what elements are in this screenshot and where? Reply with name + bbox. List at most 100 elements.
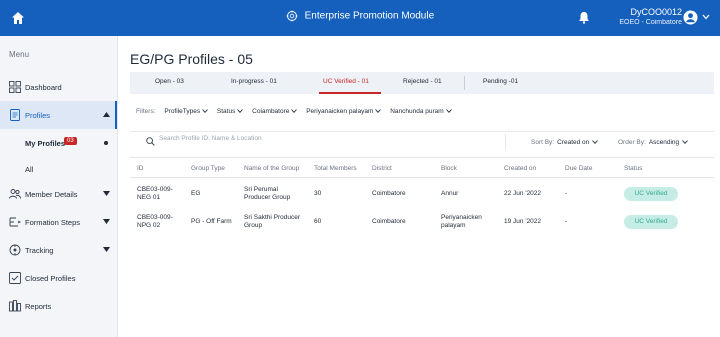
column-header-district: District [372, 165, 392, 172]
sidebar-item-my-profiles[interactable]: My Profiles 03 [0, 129, 117, 157]
chevron-down-icon [445, 109, 452, 114]
active-tab-indicator [319, 92, 381, 94]
tab-pending[interactable]: Pending -01 [483, 78, 518, 85]
cell-created-on: 19 Jun '2022 [504, 218, 542, 225]
filter-label: Coiambatore [252, 108, 290, 115]
sidebar-item-all[interactable]: All [0, 155, 117, 183]
caret-up-icon [103, 112, 110, 117]
filter-district[interactable]: Coiambatore [252, 108, 298, 115]
chevron-down-icon [291, 109, 298, 114]
user-avatar-icon[interactable] [683, 10, 698, 25]
chevron-down-icon [592, 140, 599, 145]
main-content: EG/PG Profiles - 05 Open - 03 In-progres… [118, 36, 720, 337]
column-header-id: ID [137, 165, 144, 172]
cell-text: NEG 01 [137, 194, 161, 201]
chevron-down-icon [237, 109, 244, 114]
cell-group-type: EG [191, 190, 201, 197]
sidebar-item-label: All [25, 165, 34, 174]
divider [130, 131, 714, 132]
order-by-label: Order By: [618, 139, 646, 146]
sort-by-value: Created on [557, 139, 590, 146]
cell-group-type: PG - Off Farm [191, 218, 232, 225]
order-by-dropdown[interactable]: Order By: Ascending [618, 139, 689, 146]
sidebar-item-member-details[interactable]: Member Details [0, 180, 117, 208]
user-info[interactable]: DyCOO0012 EOEO - Coimbatore [619, 7, 682, 28]
tab-rejected[interactable]: Rejected - 01 [403, 78, 442, 85]
sort-by-dropdown[interactable]: Sort By: Created on [531, 139, 599, 146]
cell-district: Coimbatore [372, 218, 406, 225]
formation-steps-icon [9, 217, 21, 227]
sidebar-item-label: Reports [25, 302, 52, 311]
sidebar-item-label: Closed Profiles [25, 274, 76, 283]
cell-text: palayam [441, 222, 466, 229]
filters-bar: Filters: ProfileTypes Status Coiambatore… [136, 108, 452, 120]
divider [130, 157, 714, 158]
profiles-icon [10, 109, 20, 121]
sidebar-item-profiles[interactable]: Profiles [0, 101, 117, 129]
user-role: EOEO - Coimbatore [619, 19, 682, 26]
filter-label: Nanchunda puram [390, 108, 444, 115]
cell-total-members: 30 [314, 190, 322, 197]
divider [505, 134, 506, 150]
cell-text: CBE03-009- [137, 186, 173, 193]
sidebar-item-label: Tracking [25, 246, 54, 255]
tab-uc-verified[interactable]: UC Verified - 01 [323, 78, 369, 85]
filter-label: ProfileTypes [164, 108, 201, 115]
app-logo-icon [286, 10, 298, 22]
search-input[interactable] [159, 135, 359, 142]
sidebar-item-label: Member Details [25, 190, 78, 199]
filter-block[interactable]: Periyanaicken palayam [306, 108, 382, 115]
user-id: DyCOO0012 [630, 7, 682, 17]
status-tabs: Open - 03 In-progress - 01 UC Verified -… [130, 72, 714, 94]
column-header-status: Status [624, 165, 643, 172]
page-title: EG/PG Profiles - 05 [130, 51, 253, 67]
filter-profile-types[interactable]: ProfileTypes [164, 108, 208, 115]
chevron-down-icon [375, 109, 382, 114]
cell-group-name: Sri Sakthi Producer Group [244, 214, 300, 230]
tab-divider [464, 76, 465, 90]
column-header-total-members: Total Members [314, 165, 357, 172]
cell-text: Group [244, 222, 263, 229]
app-title-text: Enterprise Promotion Module [304, 10, 435, 22]
sidebar-item-reports[interactable]: Reports [0, 292, 117, 320]
column-header-due-date: Due Date [565, 165, 593, 172]
filter-label: Periyanaicken palayam [306, 108, 374, 115]
menu-label: Menu [9, 50, 30, 59]
reports-icon [9, 300, 21, 312]
members-icon [9, 189, 21, 199]
chevron-down-icon [682, 140, 689, 145]
sidebar-item-formation-steps[interactable]: Formation Steps [0, 208, 117, 236]
chevron-down-icon[interactable] [702, 14, 710, 20]
app-title: Enterprise Promotion Module [0, 10, 720, 22]
sidebar: Menu Dashboard Profiles My Profiles 03 A… [0, 36, 118, 337]
cell-text: Producer Group [244, 194, 291, 201]
sidebar-item-closed-profiles[interactable]: Closed Profiles [0, 264, 117, 292]
tracking-icon [9, 244, 21, 256]
count-badge: 03 [64, 137, 77, 145]
tab-open[interactable]: Open - 03 [155, 78, 184, 85]
tab-in-progress[interactable]: In-progress - 01 [231, 78, 277, 85]
sidebar-item-dashboard[interactable]: Dashboard [0, 73, 117, 101]
cell-district: Coimbatore [372, 190, 406, 197]
sidebar-item-label: Profiles [25, 111, 51, 120]
bell-icon[interactable] [578, 11, 590, 24]
dashboard-icon [9, 81, 21, 93]
filter-village[interactable]: Nanchunda puram [390, 108, 452, 115]
cell-id: CBE03-009- NPG 02 [137, 214, 173, 230]
cell-due-date: - [565, 218, 568, 225]
order-by-value: Ascending [648, 139, 680, 146]
sidebar-item-tracking[interactable]: Tracking [0, 236, 117, 264]
search-icon [146, 137, 155, 146]
cell-block: Annur [441, 190, 459, 197]
cell-id: CBE03-009- NEG 01 [137, 186, 173, 202]
filter-status[interactable]: Status [216, 108, 244, 115]
column-header-block: Block [441, 165, 457, 172]
top-bar: Enterprise Promotion Module DyCOO0012 EO… [0, 0, 720, 36]
cell-text: NPG 02 [137, 222, 161, 229]
sort-by-label: Sort By: [531, 139, 555, 146]
filter-label: Status [216, 108, 236, 115]
sidebar-item-label: Formation Steps [25, 218, 81, 227]
column-header-group-name: Name of the Group [244, 165, 300, 172]
cell-created-on: 22 Jun '2022 [504, 190, 542, 197]
closed-profiles-icon [9, 272, 21, 284]
